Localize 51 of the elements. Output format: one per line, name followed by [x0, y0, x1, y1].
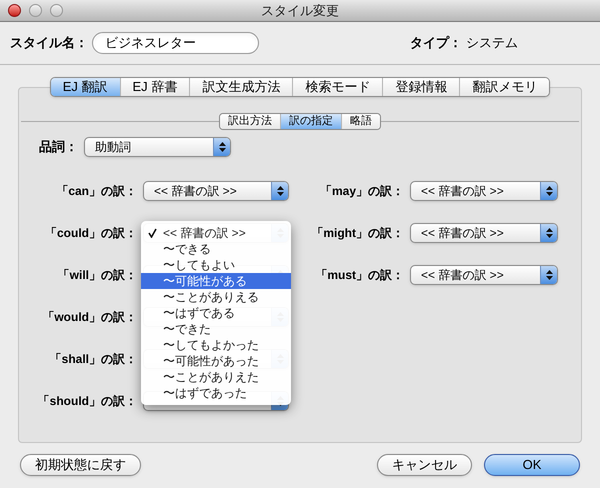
menu-item[interactable]: 〜してもよかった	[141, 337, 291, 353]
dialog-button[interactable]: キャンセル	[377, 454, 472, 476]
window-title: スタイル変更	[261, 2, 339, 20]
popup-menu[interactable]: << 辞書の訳 >>	[410, 181, 558, 201]
dialog-button[interactable]: OK	[484, 454, 580, 476]
up-down-arrows-icon	[276, 186, 284, 196]
field-label: 「could」の訳：	[44, 225, 137, 242]
menu-item[interactable]: 〜できた	[141, 321, 291, 337]
sub-tab[interactable]: 略語	[341, 114, 380, 129]
tab[interactable]: EJ 辞書	[120, 78, 190, 96]
tab[interactable]: 検索モード	[292, 78, 382, 96]
field-label: 「may」の訳：	[318, 183, 404, 200]
field-label: 「might」の訳：	[310, 225, 404, 242]
zoom-button[interactable]	[50, 4, 63, 17]
up-down-arrows-icon	[546, 270, 552, 280]
menu-item[interactable]: 〜してもよい	[141, 257, 291, 273]
menu-item[interactable]: 〜ことがありえた	[141, 369, 291, 385]
minimize-button[interactable]	[29, 4, 42, 17]
popup-menu[interactable]: << 辞書の訳 >>	[410, 265, 558, 285]
field-label: 「should」の訳：	[36, 393, 137, 410]
menu-item[interactable]: 〜できる	[141, 241, 291, 257]
tab[interactable]: 登録情報	[382, 78, 460, 96]
menu-item[interactable]: 〜可能性があった	[141, 353, 291, 369]
type-value: システム	[466, 34, 518, 52]
tab[interactable]: EJ 翻訳	[50, 78, 120, 96]
field-label: 「can」の訳：	[55, 183, 137, 200]
popup-menu[interactable]: << 辞書の訳 >>	[143, 181, 289, 201]
sub-tab[interactable]: 訳出方法	[220, 114, 280, 129]
sub-tab[interactable]: 訳の指定	[280, 114, 341, 129]
popup-menu[interactable]: 助動詞	[84, 137, 231, 157]
menu-item[interactable]: 〜はずである	[141, 305, 291, 321]
tab[interactable]: 訳文生成方法	[189, 78, 292, 96]
menu-item[interactable]: 〜可能性がある	[141, 273, 291, 289]
menu-item[interactable]: 〜ことがありえる	[141, 289, 291, 305]
field-label: 「must」の訳：	[314, 267, 404, 284]
field-label: タイプ：	[410, 34, 462, 52]
up-down-arrows-icon	[546, 186, 552, 196]
menu-item[interactable]: << 辞書の訳 >>	[141, 225, 291, 241]
tab[interactable]: 翻訳メモリ	[459, 78, 550, 96]
up-down-arrows-icon	[546, 228, 552, 238]
popup-menu[interactable]: << 辞書の訳 >>	[410, 223, 558, 243]
field-label: 「will」の訳：	[56, 267, 137, 284]
close-button[interactable]	[8, 4, 21, 17]
field-label: スタイル名：	[10, 34, 88, 52]
field-label: 品詞：	[39, 138, 78, 156]
menu-item[interactable]: 〜はずであった	[141, 385, 291, 401]
dialog-button[interactable]: 初期状態に戻す	[20, 454, 141, 476]
field-label: 「shall」の訳：	[48, 351, 137, 368]
field-label: 「would」の訳：	[41, 309, 137, 326]
up-down-arrows-icon	[218, 142, 226, 152]
style-name-field[interactable]: ビジネスレター	[92, 32, 259, 54]
